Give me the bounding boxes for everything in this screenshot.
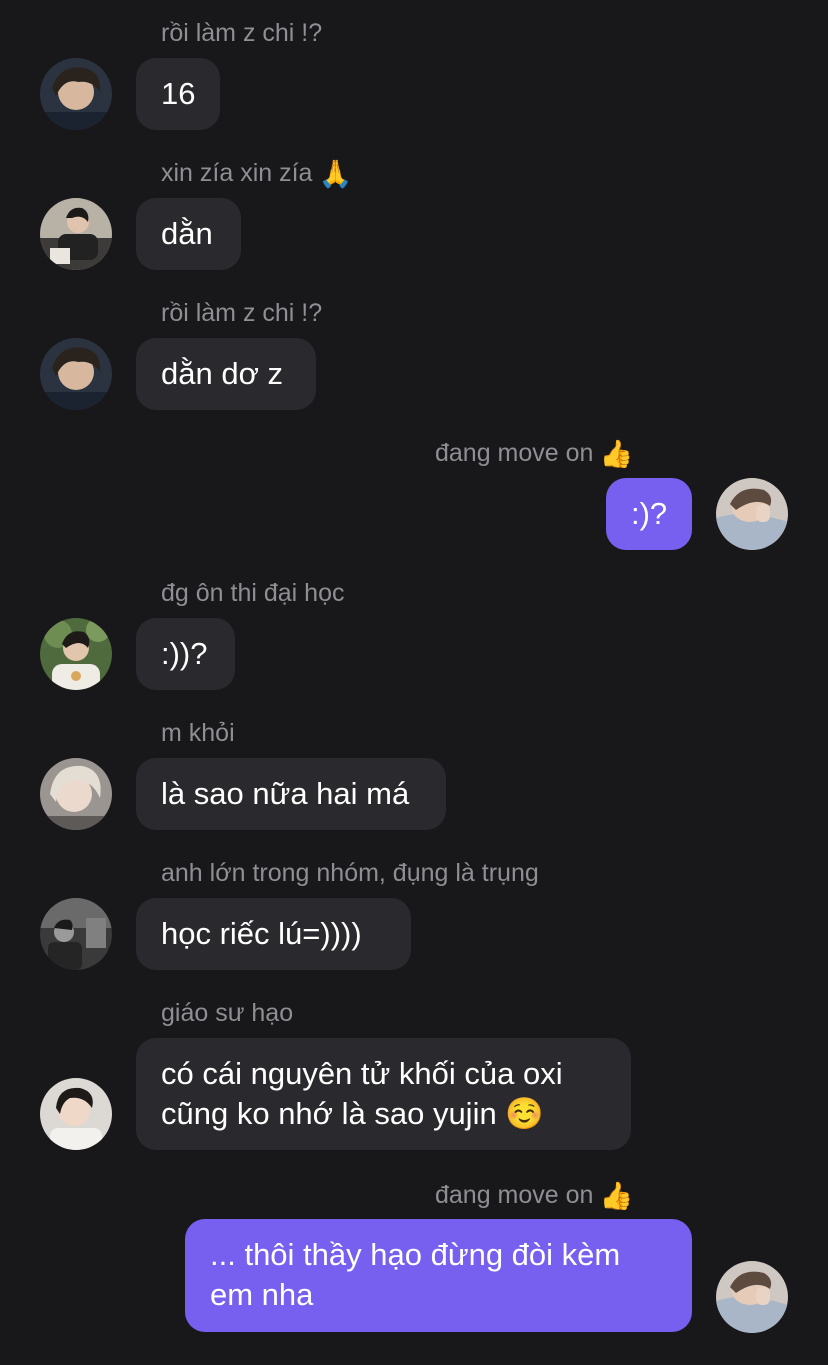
user-avatar-d[interactable] xyxy=(40,758,112,830)
user-avatar-f[interactable] xyxy=(40,1078,112,1150)
sender-name: rồi làm z chi !? xyxy=(161,299,323,327)
sender-name: xin zía xin zía 🙏 xyxy=(161,158,352,189)
message-bubble[interactable]: 16 xyxy=(136,58,220,130)
folded-hands-emoji: 🙏 xyxy=(318,159,353,189)
message-bubble[interactable]: ... thôi thầy hạo đừng đòi kèm em nha xyxy=(185,1219,692,1332)
sender-name-text: đang move on xyxy=(435,1181,594,1209)
sender-name: rồi làm z chi !? xyxy=(161,19,323,47)
message-bubble[interactable]: :))? xyxy=(136,618,235,690)
sender-name: anh lớn trong nhóm, đụng là trụng xyxy=(161,859,539,887)
message-bubble[interactable]: dằn dơ z xyxy=(136,338,316,410)
self-avatar[interactable] xyxy=(716,1261,788,1333)
sender-name: đang move on 👍 xyxy=(435,438,633,469)
sender-name-text: đang move on xyxy=(435,439,594,467)
sender-name: đang move on 👍 xyxy=(435,1180,633,1211)
user-avatar-a[interactable] xyxy=(40,338,112,410)
message-bubble[interactable]: :)? xyxy=(606,478,692,550)
sender-name: giáo sư hạo xyxy=(161,999,294,1027)
user-avatar-c[interactable] xyxy=(40,618,112,690)
user-avatar-b[interactable] xyxy=(40,198,112,270)
message-bubble[interactable]: dằn xyxy=(136,198,241,270)
self-avatar[interactable] xyxy=(716,478,788,550)
message-bubble[interactable]: là sao nữa hai má xyxy=(136,758,446,830)
user-avatar-a[interactable] xyxy=(40,58,112,130)
thumbs-up-emoji: 👍 xyxy=(599,439,634,469)
sender-name: đg ôn thi đại học xyxy=(161,579,345,607)
sender-name: m khỏi xyxy=(161,719,235,747)
user-avatar-e[interactable] xyxy=(40,898,112,970)
message-bubble[interactable]: học riếc lú=)))) xyxy=(136,898,411,970)
message-bubble[interactable]: có cái nguyên tử khối của oxi cũng ko nh… xyxy=(136,1038,631,1150)
sender-name-text: xin zía xin zía xyxy=(161,159,313,187)
thumbs-up-emoji: 👍 xyxy=(599,1181,634,1211)
